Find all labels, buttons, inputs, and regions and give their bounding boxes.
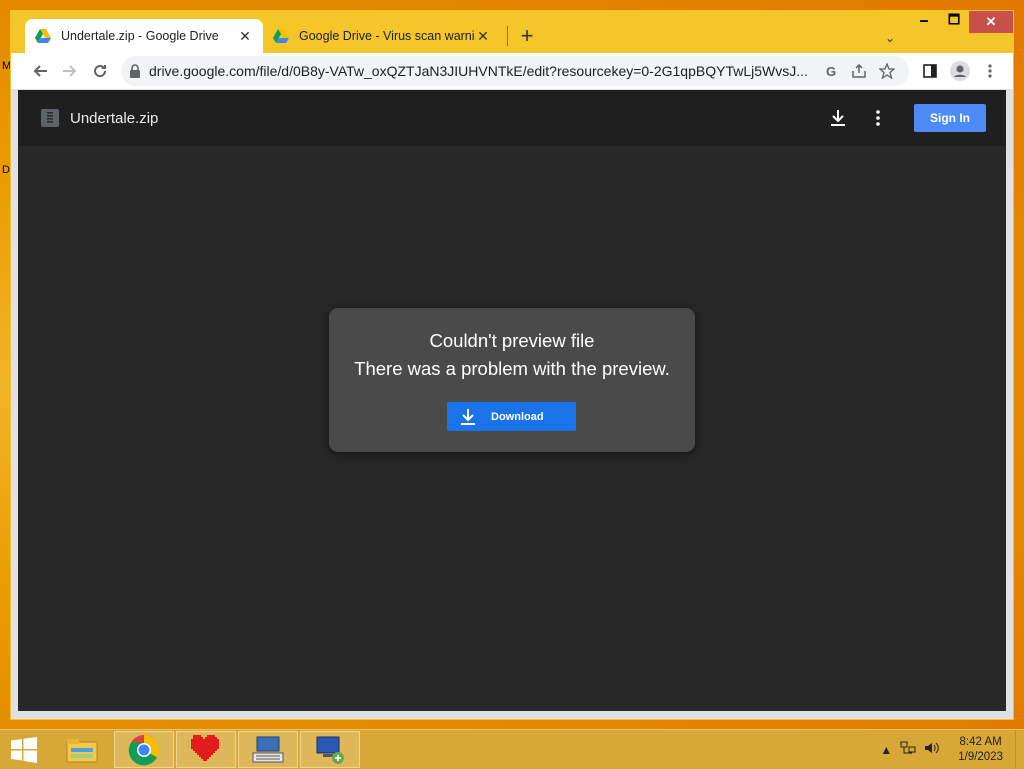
network-app-icon	[316, 736, 344, 764]
address-bar[interactable]: drive.google.com/file/d/0B8y-VATw_oxQZTJ…	[121, 56, 909, 86]
download-label: Download	[491, 410, 544, 423]
forward-button[interactable]	[55, 56, 85, 86]
archive-file-icon	[41, 109, 59, 127]
tab-strip: Undertale.zip - Google Drive ✕ Google Dr…	[25, 19, 1013, 53]
google-drive-icon	[35, 29, 51, 43]
clock[interactable]: 8:42 AM 1/9/2023	[958, 735, 1003, 765]
file-name: Undertale.zip	[70, 109, 159, 127]
drive-file-viewer: Undertale.zip Sign In Couldn't preview f…	[18, 90, 1006, 711]
download-button[interactable]: Download	[447, 402, 576, 431]
header-download-button[interactable]	[818, 98, 858, 138]
chrome-icon	[128, 734, 160, 765]
show-hidden-icons-chevron-icon[interactable]: ▲	[880, 743, 892, 757]
profile-button[interactable]	[945, 56, 975, 86]
side-panel-button[interactable]	[915, 56, 945, 86]
back-button[interactable]	[25, 56, 55, 86]
chrome-window: 🗕 🗖 ✕ Undertale.zip - Google Drive ✕ Goo…	[10, 10, 1014, 720]
sign-in-button[interactable]: Sign In	[914, 104, 986, 132]
network-icon[interactable]	[900, 741, 916, 758]
tab-separator	[507, 26, 508, 46]
profile-avatar-icon	[950, 61, 970, 81]
bookmark-star-icon[interactable]	[873, 63, 901, 79]
new-tab-button[interactable]: +	[514, 23, 540, 49]
download-icon	[461, 408, 475, 425]
more-vertical-icon	[988, 64, 992, 78]
start-button[interactable]	[0, 730, 48, 769]
google-lens-icon[interactable]: G	[817, 64, 845, 79]
volume-icon[interactable]	[924, 741, 940, 758]
taskbar: ▲ 8:42 AM 1/9/2023	[0, 729, 1024, 769]
close-tab-icon[interactable]: ✕	[237, 28, 253, 45]
taskbar-network-app[interactable]	[300, 731, 360, 768]
side-panel-icon	[923, 64, 937, 78]
taskbar-undertale[interactable]	[176, 731, 236, 768]
undertale-heart-icon	[191, 734, 219, 763]
reload-button[interactable]	[85, 56, 115, 86]
tab-undertale[interactable]: Undertale.zip - Google Drive ✕	[25, 19, 263, 53]
more-vertical-icon	[876, 110, 880, 126]
error-title: Couldn't preview file	[429, 330, 595, 351]
windows-logo-icon	[11, 736, 37, 763]
tab-title: Google Drive - Virus scan warning	[299, 29, 475, 43]
close-tab-icon[interactable]: ✕	[475, 28, 491, 45]
share-icon[interactable]	[845, 64, 873, 78]
tab-title: Undertale.zip - Google Drive	[61, 29, 219, 43]
clock-time: 8:42 AM	[959, 735, 1002, 748]
taskbar-file-explorer[interactable]	[52, 731, 112, 768]
preview-error-dialog: Couldn't preview file There was a proble…	[329, 308, 695, 452]
error-message: There was a problem with the preview.	[354, 358, 670, 379]
taskbar-keyboard-app[interactable]	[238, 731, 298, 768]
tab-search-chevron-icon[interactable]: ⌄	[885, 31, 895, 45]
desktop-icon-label[interactable]: D	[2, 164, 10, 176]
arrow-right-icon	[63, 65, 77, 77]
show-desktop-button[interactable]	[1015, 730, 1024, 769]
system-tray: ▲ 8:42 AM 1/9/2023	[876, 730, 1024, 769]
browser-toolbar: drive.google.com/file/d/0B8y-VATw_oxQZTJ…	[11, 53, 1013, 89]
reload-icon	[94, 65, 107, 78]
tab-virus-scan[interactable]: Google Drive - Virus scan warning ✕	[263, 19, 501, 53]
clock-date: 1/9/2023	[958, 750, 1003, 763]
lock-icon	[130, 64, 140, 78]
viewer-header: Undertale.zip Sign In	[18, 90, 1006, 146]
url-text[interactable]: drive.google.com/file/d/0B8y-VATw_oxQZTJ…	[149, 63, 817, 79]
google-drive-icon	[273, 29, 289, 43]
arrow-left-icon	[33, 65, 47, 77]
chrome-menu-button[interactable]	[975, 56, 1005, 86]
keyboard-app-icon	[252, 736, 284, 762]
taskbar-chrome[interactable]	[114, 731, 174, 768]
file-explorer-icon	[66, 738, 98, 762]
more-actions-button[interactable]	[858, 98, 898, 138]
download-icon	[831, 110, 845, 126]
